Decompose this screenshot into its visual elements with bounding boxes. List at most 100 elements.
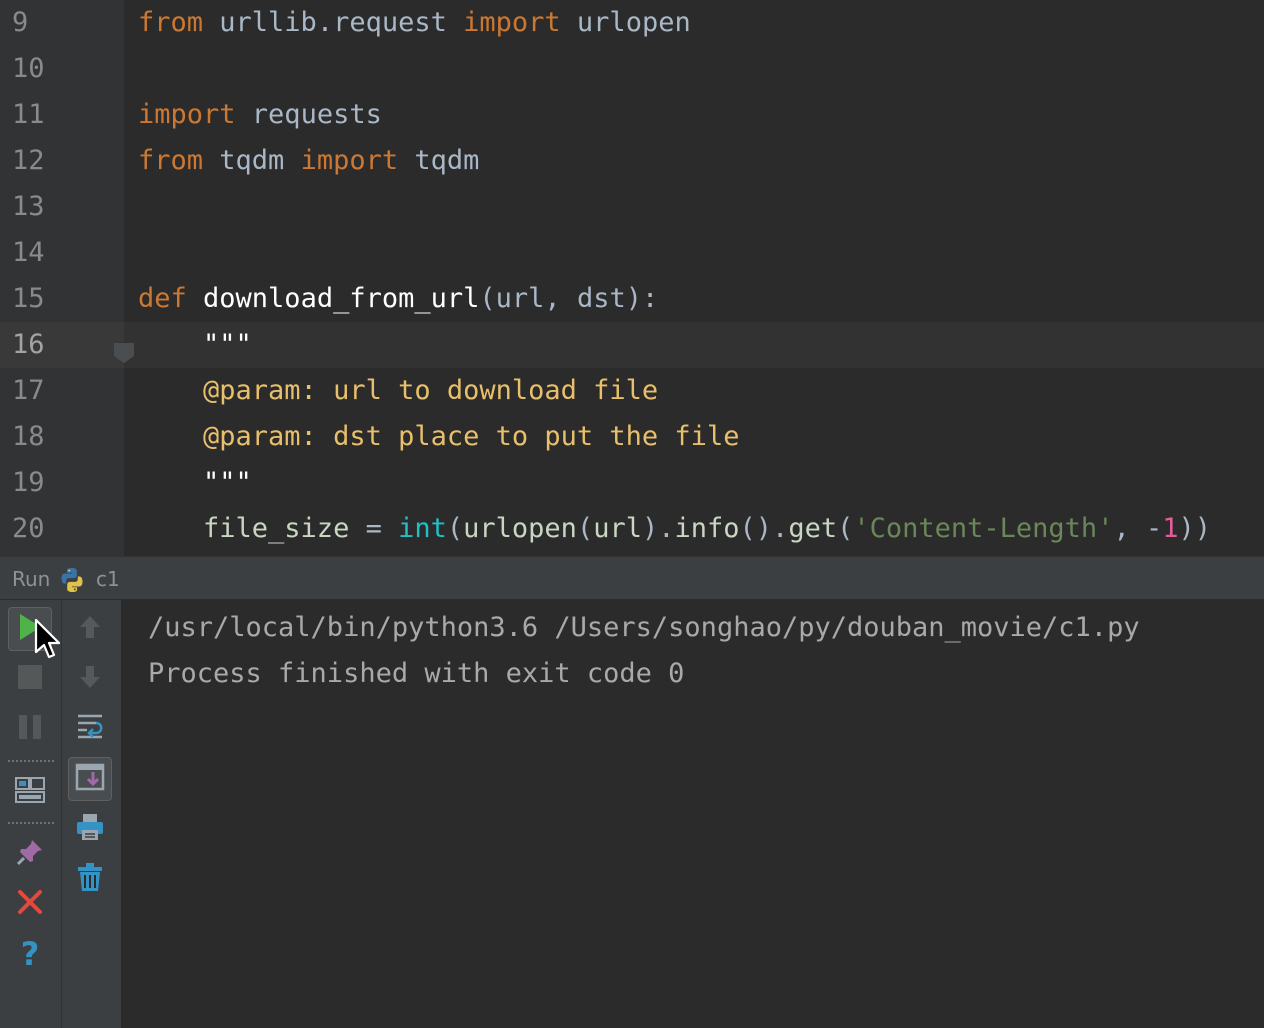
code-line[interactable]: 18 @param: dst place to put the file [0,414,1264,460]
code-token: import [138,99,252,130]
code-token: def [138,283,204,314]
code-token: dst [576,283,626,314]
code-text: import requests [138,92,382,138]
arrow-down-icon [78,664,102,694]
code-line[interactable]: 20 file_size = int(urlopen(url).info().g… [0,506,1264,552]
line-number: 19 [12,467,45,498]
rerun-button[interactable] [8,607,52,651]
pause-button[interactable] [8,707,52,751]
code-token: ( [576,513,594,544]
code-text: """ [138,460,252,506]
code-token: @param: url to download file [138,375,659,406]
code-text: @param: dst place to put the file [138,414,739,460]
trash-icon [75,861,105,897]
print-button[interactable] [68,807,112,851]
code-token: ): [625,283,659,314]
restore-layout-button[interactable] [8,770,52,814]
toolbar-separator [8,760,54,762]
code-token: = [365,513,399,544]
code-token: urlopen [463,513,577,544]
code-token: 'Content-Length' [853,513,1114,544]
run-tool-window-header: Run c1 [0,556,1264,600]
code-line[interactable]: 17 @param: url to download file [0,368,1264,414]
line-number: 17 [12,375,45,406]
line-number: 18 [12,421,45,452]
run-tool-window-title: Run [12,567,51,591]
line-number-cell: 19 [0,460,124,506]
help-icon: ? [20,935,40,973]
clear-all-button[interactable] [68,857,112,901]
code-text: from tqdm import tqdm [138,138,479,184]
pause-icon [18,714,42,744]
line-number-cell: 14 [0,230,124,276]
stop-icon [17,664,43,694]
run-config-name[interactable]: c1 [96,557,120,601]
line-number: 20 [12,513,45,544]
console-line: /usr/local/bin/python3.6 /Users/songhao/… [148,612,1140,643]
code-line[interactable]: 15 def download_from_url(url, dst): [0,276,1264,322]
code-token: """ [138,329,252,360]
code-line[interactable]: 11 import requests [0,92,1264,138]
code-text: def download_from_url(url, dst): [138,276,658,322]
code-token: ). [641,513,675,544]
scroll-to-end-icon [75,762,105,796]
code-text: from urllib.request import urlopen [138,0,691,46]
code-line[interactable]: 14 [0,230,1264,276]
line-number-cell: 11 [0,92,124,138]
code-token: url [593,513,642,544]
run-tool-window: ? /usr/local/bin/python3.6 /Users/songha… [0,600,1264,1028]
pin-icon [15,837,45,871]
code-token: @param: dst place to put the file [138,421,740,452]
fold-marker-icon[interactable] [113,342,135,364]
line-number: 12 [12,145,45,176]
pin-tab-button[interactable] [8,832,52,876]
code-token: ( [446,513,464,544]
code-line[interactable]: 12 from tqdm import tqdm [0,138,1264,184]
code-token: (). [739,513,789,544]
code-line-current[interactable]: 16 """ [0,322,1264,368]
line-number: 10 [12,53,45,84]
code-line[interactable]: 19 """ [0,460,1264,506]
code-token: import [300,145,415,176]
python-icon [58,566,86,594]
line-number-cell: 18 [0,414,124,460]
code-text: file_size = int(urlopen(url).info().get(… [138,506,1211,552]
code-line[interactable]: 13 [0,184,1264,230]
close-run-button[interactable] [8,882,52,926]
code-token: file_size [138,513,366,544]
code-token: info [674,513,740,544]
next-occurrence-button[interactable] [68,657,112,701]
stop-button[interactable] [8,657,52,701]
toolbar-separator [8,822,54,824]
code-line[interactable]: 9 from urllib.request import urlopen [0,0,1264,46]
code-token: tqdm [219,145,301,176]
code-token: """ [138,467,252,498]
restore-layout-icon [15,776,45,808]
line-number: 13 [12,191,45,222]
code-editor[interactable]: 9 from urllib.request import urlopen 10 11 i… [0,0,1264,556]
line-number: 14 [12,237,45,268]
line-number-cell: 16 [0,322,124,368]
line-number: 16 [12,329,45,360]
previous-occurrence-button[interactable] [68,607,112,651]
scroll-to-end-button[interactable] [68,757,112,801]
code-token: download_from_url [203,283,480,314]
code-token: from [138,7,220,38]
code-token: import [463,7,577,38]
soft-wrap-button[interactable] [68,707,112,751]
code-token: , [544,283,577,314]
code-token: urllib.request [219,7,464,38]
line-number-cell: 13 [0,184,124,230]
code-token: urlopen [576,7,691,38]
code-line[interactable]: 10 [0,46,1264,92]
help-button[interactable]: ? [8,932,52,976]
line-number-cell: 20 [0,506,124,552]
console-output[interactable]: /usr/local/bin/python3.6 /Users/songhao/… [148,600,1248,697]
code-token: requests [251,99,382,130]
code-token: )) [1178,513,1212,544]
code-token: tqdm [414,145,480,176]
code-token: from [138,145,220,176]
arrow-up-icon [78,614,102,644]
line-number-cell: 17 [0,368,124,414]
console-line: Process finished with exit code 0 [148,658,685,689]
